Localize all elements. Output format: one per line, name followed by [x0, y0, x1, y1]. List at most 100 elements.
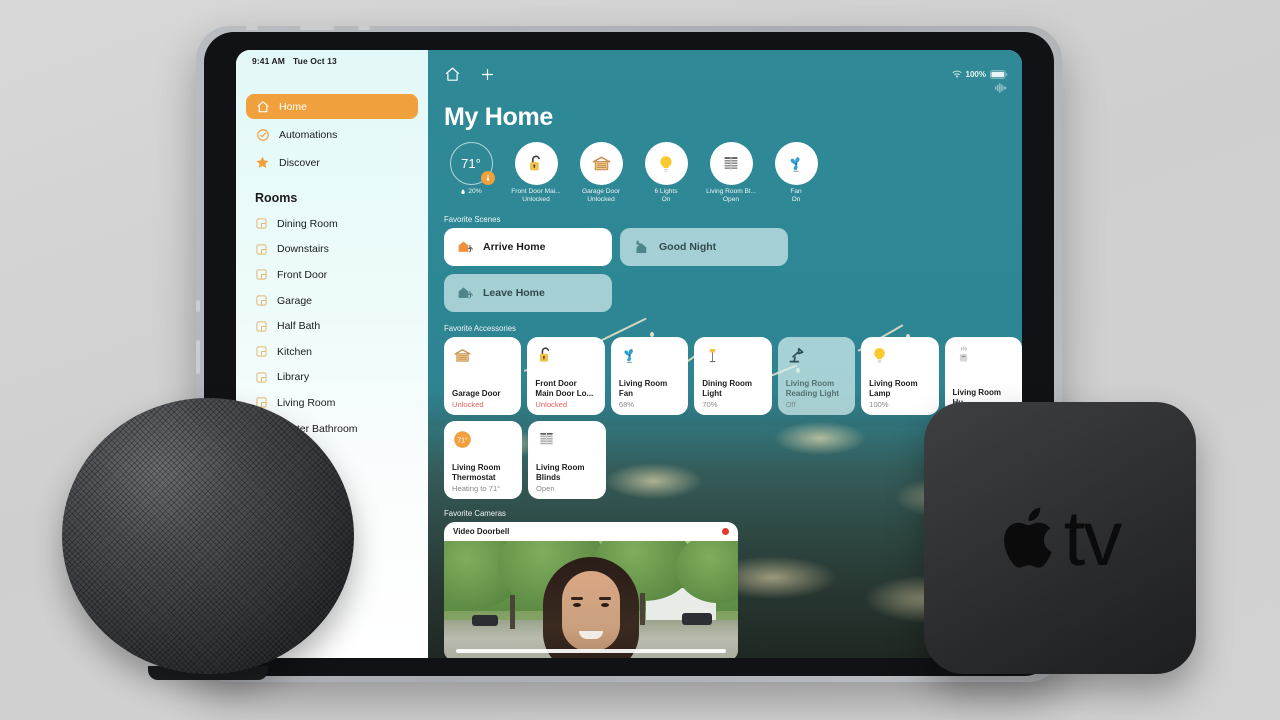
camera-tree-trunk: [510, 595, 515, 630]
status-pill-front-door-lock[interactable]: Front Door Mai... Unlocked: [509, 142, 563, 203]
room-icon: [255, 371, 268, 384]
accessory-living-room-blinds[interactable]: Living Room Blinds Open: [528, 421, 606, 500]
siri-waveform-icon[interactable]: [993, 81, 1008, 95]
apple-logo-icon: [1000, 501, 1062, 575]
accessory-living-room-fan[interactable]: Living Room Fan 68%: [610, 337, 689, 416]
scene-good-night[interactable]: Good Night: [620, 228, 788, 267]
lightbulb-icon: [655, 153, 677, 175]
accessory-living-room-thermostat[interactable]: 71° Living Room Thermostat Heating to 71…: [444, 421, 522, 500]
room-icon: [255, 320, 268, 333]
status-bar-right: 100%: [951, 70, 1022, 79]
room-icon: [255, 345, 268, 358]
status-pill-garage-door[interactable]: Garage Door Unlocked: [574, 142, 628, 203]
pill-state: On: [791, 196, 801, 204]
pill-name: Fan: [790, 188, 802, 195]
toolbar: 100%: [428, 50, 1022, 83]
scene-arrive-home[interactable]: Arrive Home: [444, 228, 612, 267]
accessory-dining-room-light[interactable]: Dining Room Light 70%: [694, 337, 772, 416]
sidebar-item-discover[interactable]: Discover: [246, 150, 418, 175]
homepod-mini: [62, 398, 354, 680]
camera-parked-car: [682, 613, 712, 626]
blinds-icon: [536, 429, 598, 455]
accessory-garage-door[interactable]: Garage Door Unlocked: [444, 337, 522, 416]
favorite-scenes-header: Favorite Scenes: [444, 215, 501, 225]
accessory-state: Unlocked: [452, 400, 484, 410]
home-icon: [255, 99, 270, 114]
person-face: [562, 571, 620, 652]
lock-open-icon: [535, 345, 596, 371]
accessory-front-door-lock[interactable]: Front Door Main Door Lo... Unlocked: [527, 337, 605, 416]
pill-name: Garage Door: [581, 188, 621, 195]
pill-name: Front Door Mai...: [511, 188, 561, 195]
lock-open-icon: [525, 153, 547, 175]
sidebar-room-downstairs[interactable]: Downstairs: [246, 237, 418, 263]
house-leave-icon: [456, 284, 474, 302]
star-icon: [255, 155, 270, 170]
scene-label: Leave Home: [483, 287, 545, 300]
pill-name: 6 Lights: [654, 188, 678, 195]
scene-label: Good Night: [659, 241, 717, 254]
sidebar-room-half-bath[interactable]: Half Bath: [246, 313, 418, 339]
camera-tree-trunk: [640, 593, 645, 626]
pill-circle: [709, 142, 753, 185]
camera-header: Video Doorbell: [444, 522, 738, 541]
sidebar-room-front-door[interactable]: Front Door: [246, 262, 418, 288]
humidifier-icon: [953, 345, 1014, 371]
sidebar-room-label: Half Bath: [277, 320, 321, 333]
accessory-name: Living Room Lamp: [869, 379, 918, 399]
status-pill-blinds[interactable]: Living Room Bl... Open: [704, 142, 758, 203]
accessory-name: Living Room Fan: [618, 379, 668, 399]
sidebar-room-library[interactable]: Library: [246, 365, 418, 391]
sidebar-room-kitchen[interactable]: Kitchen: [246, 339, 418, 365]
accessory-state: Off: [785, 400, 796, 410]
camera-parked-car: [472, 615, 498, 627]
sidebar-room-garage[interactable]: Garage: [246, 288, 418, 314]
sidebar-room-label: Downstairs: [277, 243, 329, 256]
humidity-drop-icon: [460, 188, 466, 195]
sidebar-room-label: Front Door: [277, 268, 328, 281]
camera-scrub-bar[interactable]: [456, 649, 726, 654]
battery-icon: [990, 70, 1008, 79]
room-icon: [255, 217, 268, 230]
thermostat-badge-icon: 71°: [452, 429, 514, 455]
sidebar-room-dining-room[interactable]: Dining Room: [246, 211, 418, 237]
temperature-ring: 71°: [449, 142, 495, 185]
accessory-living-room-lamp[interactable]: Living Room Lamp 100%: [861, 337, 939, 416]
scene-grid: Arrive Home Good Night Leave Home: [444, 228, 1022, 313]
antenna-line: [358, 26, 370, 30]
favorite-accessories-header: Favorite Accessories: [444, 324, 516, 334]
accessory-name: Dining Room Light: [702, 379, 753, 399]
sidebar-room-label: Garage: [277, 294, 313, 307]
person-eyebrow: [599, 597, 611, 601]
camera-card-video-doorbell[interactable]: Video Doorbell: [444, 522, 738, 658]
status-pill-fan[interactable]: Fan On: [769, 142, 823, 203]
accessory-state: 70%: [702, 400, 718, 410]
plus-icon[interactable]: [479, 66, 496, 83]
sidebar-room-label: Kitchen: [277, 345, 313, 358]
scene-leave-home[interactable]: Leave Home: [444, 274, 612, 313]
garage-icon: [452, 345, 513, 371]
camera-person: [543, 557, 639, 658]
page-title: My Home: [444, 103, 554, 131]
home-outline-icon[interactable]: [444, 66, 461, 83]
status-pill-lights[interactable]: 6 Lights On: [639, 142, 693, 203]
lightbulb-icon: [869, 345, 930, 371]
accessory-state: 100%: [869, 400, 889, 410]
sidebar-item-automations[interactable]: Automations: [246, 122, 418, 147]
accessory-name: Garage Door: [452, 389, 501, 399]
person-mouth: [579, 631, 603, 640]
apple-tv-logo: tv: [1000, 499, 1122, 577]
pill-state: Unlocked: [522, 196, 550, 204]
sidebar-item-home[interactable]: Home: [246, 94, 418, 119]
status-bar-date: Tue Oct 13: [292, 56, 337, 66]
accessory-reading-light[interactable]: Living Room Reading Light Off: [777, 337, 856, 416]
antenna-line: [196, 300, 200, 312]
person-eye: [573, 603, 581, 608]
humidity-readout: 20%: [460, 188, 482, 195]
status-pill-temperature[interactable]: 71° 20%: [444, 142, 498, 203]
pill-circle: [514, 142, 558, 185]
person-eyebrow: [571, 597, 583, 601]
house-moon-icon: [632, 238, 650, 256]
wifi-icon: [951, 70, 962, 79]
camera-live-view[interactable]: [444, 541, 738, 658]
